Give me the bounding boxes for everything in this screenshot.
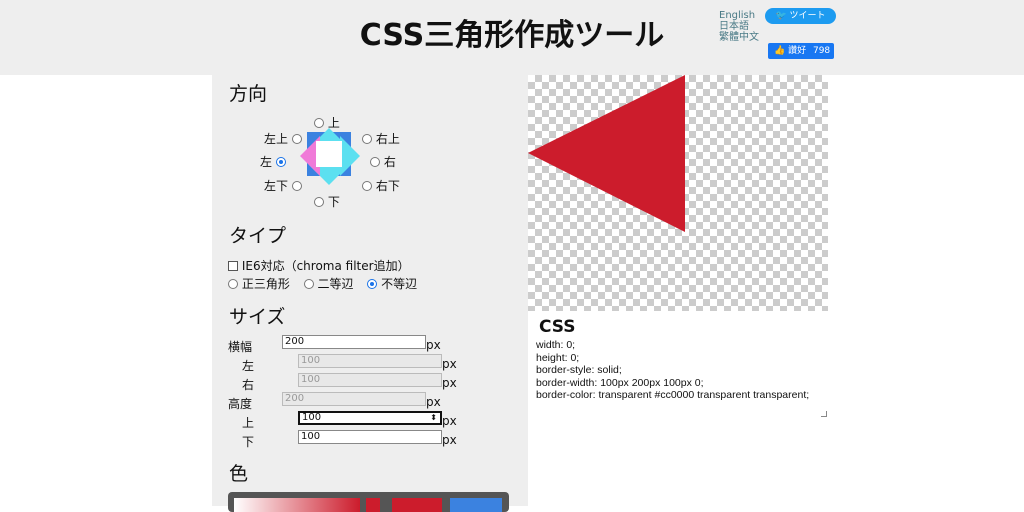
language-english-link[interactable]: English [719,10,759,21]
like-count: 798 [812,46,831,56]
direction-indicator [300,128,360,185]
css-output-textarea[interactable]: CSS width: 0; height: 0; border-style: s… [528,311,829,419]
page-title: CSS三角形作成ツール [359,18,665,53]
color-hue-slider[interactable] [366,498,380,512]
header: CSS三角形作成ツール English 日本語 繁體中文 🐦 ツイート 👍 讚好… [0,0,1024,75]
height-input[interactable]: 200 [282,392,426,406]
right-input[interactable]: 100 [298,373,442,387]
type-isosceles-option[interactable]: 二等辺 [303,276,358,291]
height-unit: px [426,395,441,409]
type-scalene-radio[interactable] [367,278,378,289]
direction-right-radio[interactable] [370,156,380,167]
height-label: 高度 [228,397,253,411]
direction-top-right-option[interactable]: 右上 [362,130,400,147]
top-unit: px [442,414,457,428]
like-button[interactable]: 👍 讚好 798 [768,43,834,59]
language-chinese-link[interactable]: 繁體中文 [719,32,759,43]
direction-bottom-right-option[interactable]: 右下 [362,177,400,194]
direction-right-option[interactable]: 右 [370,153,396,170]
right-unit: px [442,376,457,390]
right-label: 右 [242,378,255,392]
resize-handle-icon[interactable] [821,411,827,417]
triangle-shape [528,75,685,232]
type-scalene-option[interactable]: 不等辺 [367,276,417,291]
color-ok-button[interactable] [450,498,502,512]
bottom-input[interactable]: 100 [298,430,442,444]
tweet-button[interactable]: 🐦 ツイート [765,8,836,24]
size-title: サイズ [229,306,286,328]
ie6-checkbox[interactable] [228,260,238,271]
direction-bottom-left-option[interactable]: 左下 [264,177,302,194]
top-input[interactable]: 100 ⬍ [298,411,442,425]
direction-bottom-option[interactable]: 下 [314,193,340,210]
left-input[interactable]: 100 [298,354,442,368]
width-unit: px [426,338,441,352]
triangle-preview [528,75,828,311]
color-saturation-area[interactable] [234,498,360,512]
left-unit: px [442,357,457,371]
color-picker[interactable] [228,492,509,512]
color-preview-swatch [392,498,442,512]
thumbs-up-icon: 👍 [774,46,786,56]
ie6-option[interactable]: IE6対応（chroma filter追加） [228,257,410,274]
color-title: 色 [229,463,249,485]
spinner-icon[interactable]: ⬍ [430,413,437,423]
css-output-title: CSS [539,317,576,337]
settings-panel: 方向 上 左上 右上 左 右 左下 右下 下 タイプ IE6対応（chroma … [212,75,528,512]
direction-top-left-option[interactable]: 左上 [264,130,302,147]
bottom-unit: px [442,433,457,447]
direction-bottom-right-radio[interactable] [362,180,372,191]
bottom-label: 下 [242,435,255,449]
direction-indicator-center [316,141,342,167]
left-label: 左 [242,359,255,373]
twitter-bird-icon: 🐦 [775,11,787,21]
triangle-polygon [528,75,685,232]
language-switcher: English 日本語 繁體中文 [719,10,759,43]
direction-title: 方向 [229,83,268,105]
type-title: タイプ [229,225,287,247]
width-label: 横幅 [228,340,253,354]
language-japanese-link[interactable]: 日本語 [719,21,759,32]
direction-left-option[interactable]: 左 [260,153,286,170]
direction-bottom-radio[interactable] [314,196,324,207]
type-options: 正三角形 二等辺 不等辺 [228,275,417,292]
type-equilateral-radio[interactable] [228,278,238,289]
direction-left-radio[interactable] [275,156,286,167]
top-label: 上 [242,416,255,430]
type-equilateral-option[interactable]: 正三角形 [228,276,294,291]
css-output-code: width: 0; height: 0; border-style: solid… [536,339,810,401]
direction-top-right-radio[interactable] [362,133,372,144]
type-isosceles-radio[interactable] [303,278,314,289]
width-input[interactable]: 200 [282,335,426,349]
